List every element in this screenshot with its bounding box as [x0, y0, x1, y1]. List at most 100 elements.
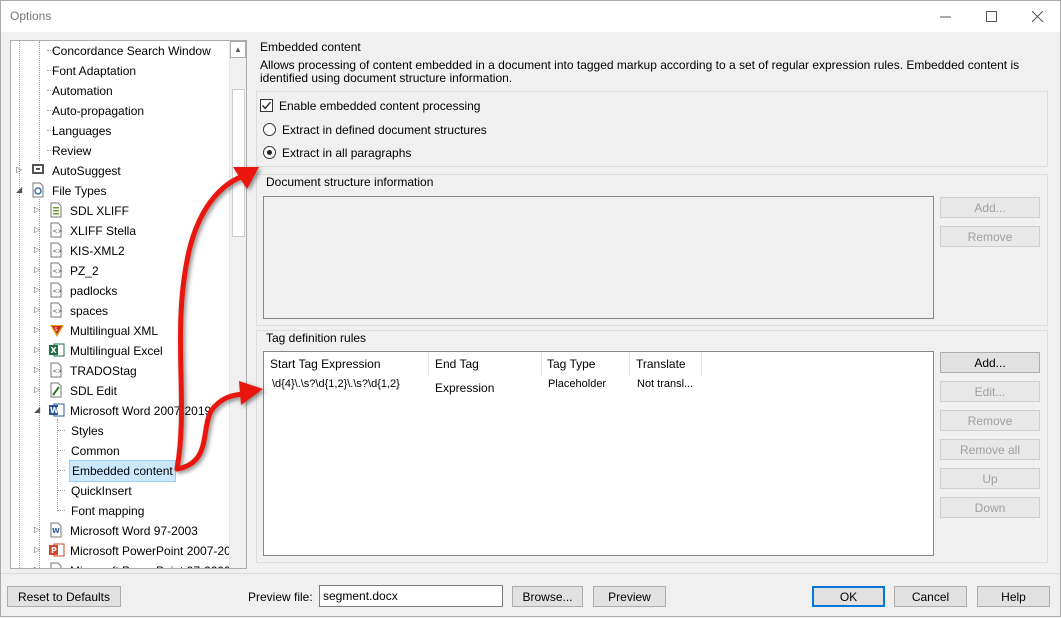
tag-rule-down-button[interactable]: Down — [940, 497, 1040, 518]
preview-file-label: Preview file: — [248, 590, 313, 604]
maximize-button[interactable] — [968, 1, 1014, 32]
tree-guide-line — [57, 419, 58, 511]
tag-rule-up-button[interactable]: Up — [940, 468, 1040, 489]
collapse-arrow-icon[interactable]: ◢ — [34, 406, 42, 414]
browse-button[interactable]: Browse... — [512, 586, 583, 607]
tree-item-label: SDL XLIFF — [70, 204, 129, 218]
options-window: Options Concordance Search Window Font Ad… — [0, 0, 1061, 617]
tree-item-label: Auto-propagation — [52, 104, 145, 118]
word-old-icon: W — [49, 522, 63, 538]
footer-separator — [1, 573, 1060, 574]
expand-arrow-icon[interactable]: ▷ — [16, 166, 24, 174]
svg-text:<>: <> — [53, 288, 63, 295]
reset-to-defaults-button[interactable]: Reset to Defaults — [7, 586, 121, 607]
minimize-button[interactable] — [922, 1, 968, 32]
tree-scrollbar[interactable]: ▲ — [229, 41, 246, 568]
tree-item-label: spaces — [70, 304, 109, 318]
superhero-icon: S — [49, 322, 64, 338]
svg-text:P: P — [53, 567, 58, 569]
tag-rules-table[interactable]: Start Tag Expression End Tag Expression … — [263, 351, 934, 556]
help-button[interactable]: Help — [977, 586, 1050, 607]
expand-arrow-icon[interactable]: ▷ — [34, 306, 42, 314]
word-icon: W — [49, 402, 65, 418]
svg-text:<>: <> — [53, 368, 63, 375]
gear-file-icon — [31, 182, 45, 198]
embedded-content-heading: Embedded content — [260, 40, 361, 54]
tree-item-label: Multilingual XML — [70, 324, 159, 338]
expand-arrow-icon[interactable]: ▷ — [34, 366, 42, 374]
column-header-start-tag[interactable]: Start Tag Expression — [264, 352, 429, 376]
tree-item-label: Font mapping — [71, 504, 145, 518]
expand-arrow-icon[interactable]: ▷ — [34, 526, 42, 534]
minimize-icon — [939, 16, 951, 18]
tree-guide-line — [39, 199, 40, 568]
ok-button[interactable]: OK — [812, 586, 885, 607]
svg-text:<>: <> — [53, 228, 63, 235]
expand-arrow-icon[interactable]: ▷ — [34, 386, 42, 394]
column-header-tag-type[interactable]: Tag Type — [541, 352, 630, 376]
expand-arrow-icon[interactable]: ▷ — [34, 346, 42, 354]
tree-item-label: padlocks — [70, 284, 118, 298]
collapse-arrow-icon[interactable]: ◢ — [16, 186, 24, 194]
doc-structure-remove-button[interactable]: Remove — [940, 226, 1040, 247]
expand-arrow-icon[interactable]: ▷ — [34, 326, 42, 334]
scrollbar-thumb[interactable] — [232, 89, 245, 237]
tag-rule-add-button[interactable]: Add... — [940, 352, 1040, 373]
cell-translate: Not transl... — [637, 378, 694, 390]
expand-arrow-icon[interactable]: ▷ — [34, 226, 42, 234]
expand-arrow-icon[interactable]: ▷ — [34, 286, 42, 294]
expand-arrow-icon[interactable]: ▷ — [34, 206, 42, 214]
tree-item-label: Automation — [52, 84, 113, 98]
enable-embedded-checkbox[interactable] — [260, 99, 273, 112]
column-header-translate[interactable]: Translate — [630, 352, 702, 376]
svg-text:X: X — [51, 346, 58, 355]
svg-text:<>: <> — [53, 248, 63, 255]
tree-guide-line — [19, 41, 20, 568]
doc-structure-add-button[interactable]: Add... — [940, 197, 1040, 218]
close-button[interactable] — [1014, 1, 1060, 32]
tag-rule-remove-button[interactable]: Remove — [940, 410, 1040, 431]
tree-item-label: Microsoft Word 2007-2019 — [70, 404, 212, 418]
preview-button[interactable]: Preview — [593, 586, 666, 607]
tree-connector — [57, 450, 65, 451]
tree-connector — [57, 470, 65, 471]
tree-connector — [57, 510, 65, 511]
scroll-up-arrow-icon[interactable]: ▲ — [230, 41, 246, 58]
options-tree[interactable]: Concordance Search Window Font Adaptation… — [10, 40, 247, 569]
tree-item-label: Review — [52, 144, 92, 158]
tree-item-label: Microsoft Word 97-2003 — [70, 524, 198, 538]
tree-item-label: TRADOStag — [70, 364, 137, 378]
close-icon — [1031, 11, 1043, 22]
tree-item-label: Microsoft PowerPoint 2007-20 — [70, 544, 231, 558]
autosuggest-icon — [31, 162, 45, 178]
xml-file-icon: <> — [49, 262, 63, 278]
tree-item-label: Font Adaptation — [52, 64, 137, 78]
expand-arrow-icon[interactable]: ▷ — [34, 266, 42, 274]
tree-item-label: Multilingual Excel — [70, 344, 163, 358]
radio-extract-structures[interactable] — [263, 123, 276, 136]
expand-arrow-icon[interactable]: ▷ — [34, 246, 42, 254]
tree-item-label: Embedded content — [69, 460, 176, 482]
tree-connector — [57, 430, 65, 431]
tree-item-label: QuickInsert — [71, 484, 132, 498]
xml-file-icon: <> — [49, 302, 63, 318]
preview-file-input[interactable] — [319, 585, 503, 607]
tree-connector — [57, 490, 65, 491]
document-structure-list[interactable] — [263, 196, 934, 319]
tag-rule-edit-button[interactable]: Edit... — [940, 381, 1040, 402]
tree-item-label: File Types — [52, 184, 107, 198]
svg-text:P: P — [51, 546, 57, 555]
document-structure-heading: Document structure information — [263, 175, 437, 189]
tree-item-label: Common — [71, 444, 120, 458]
tree-item-label: AutoSuggest — [52, 164, 121, 178]
tag-rule-remove-all-button[interactable]: Remove all — [940, 439, 1040, 460]
expand-arrow-icon[interactable]: ▷ — [34, 546, 42, 554]
column-header-end-tag[interactable]: End Tag Expression — [429, 352, 542, 395]
cancel-button[interactable]: Cancel — [894, 586, 967, 607]
tree-item-label: Microsoft PowerPoint 97-2003 — [68, 560, 233, 568]
expand-arrow-icon[interactable]: ▷ — [34, 566, 42, 569]
excel-icon: X — [49, 342, 65, 358]
radio-extract-paragraphs[interactable] — [263, 146, 276, 159]
tree-guide-line — [39, 41, 40, 161]
cell-start-tag: \d{4}\.\s?\d{1,2}\.\s?\d{1,2} — [272, 378, 400, 390]
